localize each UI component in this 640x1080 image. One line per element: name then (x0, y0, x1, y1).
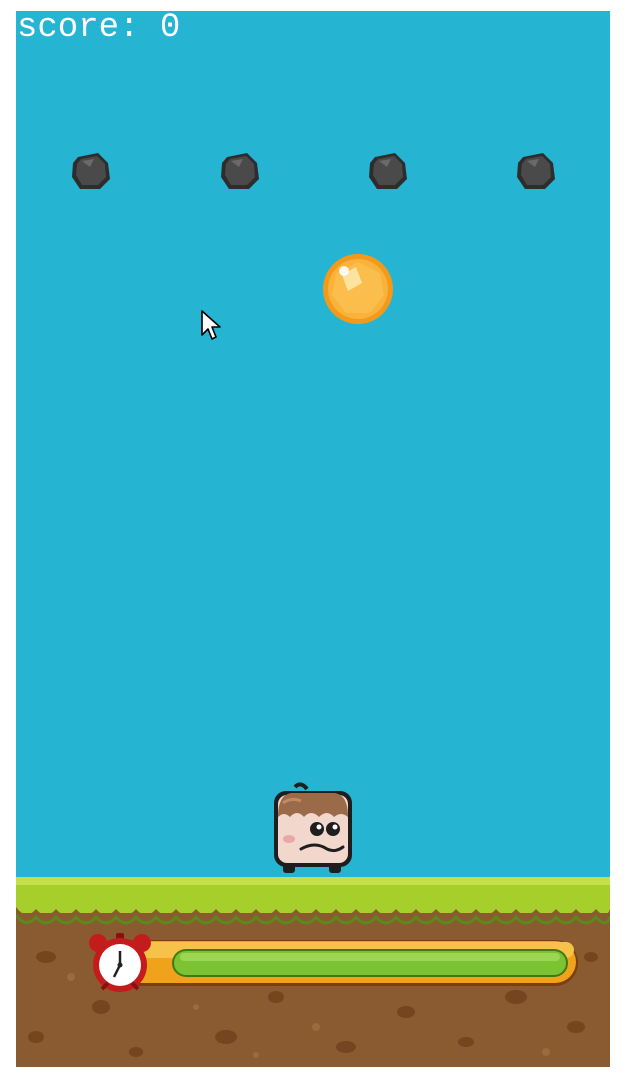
game-canvas[interactable]: score: 0 (16, 11, 610, 1067)
coin-icon (323, 254, 393, 324)
rock-icon (221, 153, 259, 189)
rock-icon (517, 153, 555, 189)
rock-icon (72, 153, 110, 189)
timer-bar (89, 933, 578, 992)
player-character (274, 782, 352, 873)
rock-icon (369, 153, 407, 189)
mouse-pointer-icon (201, 310, 221, 340)
score-label: score: 0 (17, 11, 181, 47)
